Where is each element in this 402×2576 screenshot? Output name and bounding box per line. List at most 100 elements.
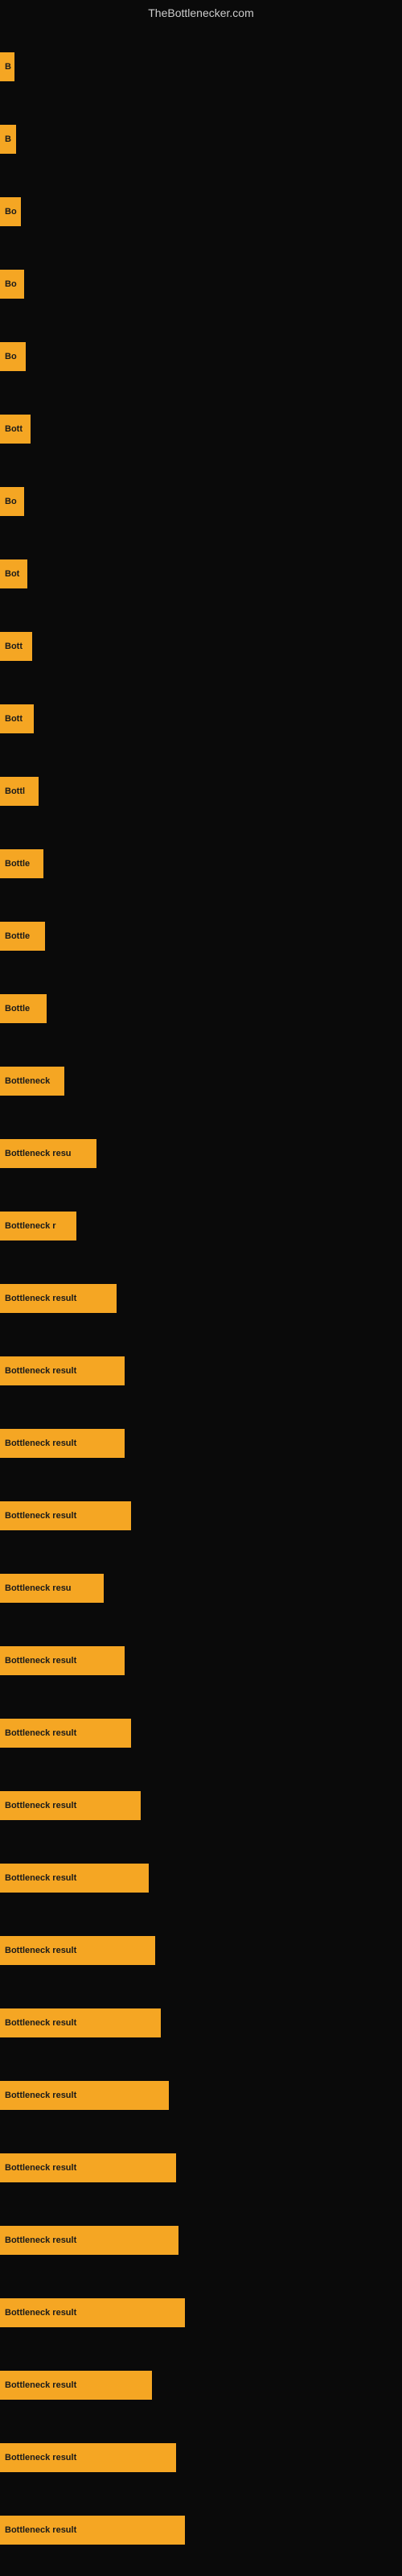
bar-25[interactable]: Bottleneck result — [0, 1791, 141, 1820]
bar-label-15: Bottleneck — [5, 1076, 50, 1086]
site-title: TheBottlenecker.com — [0, 0, 402, 23]
bar-label-10: Bott — [5, 714, 23, 724]
bar-label-4: Bo — [5, 279, 17, 289]
bar-35[interactable]: Bottleneck result — [0, 2516, 185, 2545]
bar-row: Bottle — [0, 828, 402, 900]
bar-label-17: Bottleneck r — [5, 1221, 56, 1231]
bar-18[interactable]: Bottleneck result — [0, 1284, 117, 1313]
bar-row: Bottleneck r — [0, 1190, 402, 1262]
bar-label-24: Bottleneck result — [5, 1728, 76, 1738]
bar-row: Bo — [0, 175, 402, 248]
bar-row: Bottleneck result — [0, 2204, 402, 2277]
bar-label-5: Bo — [5, 352, 17, 361]
bar-row: Bottleneck result — [0, 2421, 402, 2494]
bar-label-9: Bott — [5, 642, 23, 651]
bar-5[interactable]: Bo — [0, 342, 26, 371]
bar-row: Bottleneck result — [0, 1480, 402, 1552]
bar-label-29: Bottleneck result — [5, 2091, 76, 2100]
bar-row: Bottl — [0, 755, 402, 828]
bar-row: Bottleneck result — [0, 2349, 402, 2421]
bar-11[interactable]: Bottl — [0, 777, 39, 806]
bar-label-31: Bottleneck result — [5, 2235, 76, 2245]
bar-label-32: Bottleneck result — [5, 2308, 76, 2318]
bar-row: Bottleneck resu — [0, 1552, 402, 1624]
bar-row: Bottleneck result — [0, 2059, 402, 2132]
bar-33[interactable]: Bottleneck result — [0, 2371, 152, 2400]
bar-row: Bottleneck result — [0, 1914, 402, 1987]
bar-row: Bottleneck — [0, 1045, 402, 1117]
bar-2[interactable]: B — [0, 125, 16, 154]
bar-label-3: Bo — [5, 207, 17, 217]
bar-label-19: Bottleneck result — [5, 1366, 76, 1376]
bar-34[interactable]: Bottleneck result — [0, 2443, 176, 2472]
bar-label-2: B — [5, 134, 11, 144]
bar-row: Bottleneck result — [0, 2132, 402, 2204]
bar-row: Bo — [0, 248, 402, 320]
bar-24[interactable]: Bottleneck result — [0, 1719, 131, 1748]
bar-label-8: Bot — [5, 569, 19, 579]
bar-label-33: Bottleneck result — [5, 2380, 76, 2390]
bar-row: Bottleneck result — [0, 1769, 402, 1842]
bar-13[interactable]: Bottle — [0, 922, 45, 951]
bar-label-7: Bo — [5, 497, 17, 506]
bar-3[interactable]: Bo — [0, 197, 21, 226]
bar-label-35: Bottleneck result — [5, 2525, 76, 2535]
bar-26[interactable]: Bottleneck result — [0, 1864, 149, 1893]
bar-23[interactable]: Bottleneck result — [0, 1646, 125, 1675]
bar-1[interactable]: B — [0, 52, 14, 81]
bar-label-18: Bottleneck result — [5, 1294, 76, 1303]
bar-label-21: Bottleneck result — [5, 1511, 76, 1521]
bar-row: Bottleneck result — [0, 1262, 402, 1335]
bar-row: Bottleneck result — [0, 2494, 402, 2566]
bar-row: Bot — [0, 538, 402, 610]
bar-20[interactable]: Bottleneck result — [0, 1429, 125, 1458]
bar-15[interactable]: Bottleneck — [0, 1067, 64, 1096]
bar-label-12: Bottle — [5, 859, 30, 869]
bar-9[interactable]: Bott — [0, 632, 32, 661]
bar-27[interactable]: Bottleneck result — [0, 1936, 155, 1965]
bars-container: B B Bo Bo Bo Bott Bo Bot Bott Bott Bottl Bottle Bott… — [0, 23, 402, 2574]
bar-7[interactable]: Bo — [0, 487, 24, 516]
bar-label-11: Bottl — [5, 786, 25, 796]
bar-10[interactable]: Bott — [0, 704, 34, 733]
bar-row: Bott — [0, 610, 402, 683]
bar-4[interactable]: Bo — [0, 270, 24, 299]
bar-8[interactable]: Bot — [0, 559, 27, 588]
bar-row: Bott — [0, 683, 402, 755]
bar-14[interactable]: Bottle — [0, 994, 47, 1023]
bar-row: Bottleneck result — [0, 1987, 402, 2059]
bar-row: Bott — [0, 393, 402, 465]
bar-row: Bottle — [0, 900, 402, 972]
bar-row: Bottleneck result — [0, 2277, 402, 2349]
bar-label-25: Bottleneck result — [5, 1801, 76, 1810]
bar-row: Bottleneck result — [0, 1842, 402, 1914]
bar-32[interactable]: Bottleneck result — [0, 2298, 185, 2327]
bar-29[interactable]: Bottleneck result — [0, 2081, 169, 2110]
bar-12[interactable]: Bottle — [0, 849, 43, 878]
bar-31[interactable]: Bottleneck result — [0, 2226, 178, 2255]
bar-28[interactable]: Bottleneck result — [0, 2008, 161, 2037]
bar-label-6: Bott — [5, 424, 23, 434]
bar-row: Bo — [0, 320, 402, 393]
bar-label-26: Bottleneck result — [5, 1873, 76, 1883]
bar-label-27: Bottleneck result — [5, 1946, 76, 1955]
bar-16[interactable]: Bottleneck resu — [0, 1139, 96, 1168]
bar-21[interactable]: Bottleneck result — [0, 1501, 131, 1530]
bar-row: Bottle — [0, 972, 402, 1045]
bar-row: Bottleneck result — [0, 1335, 402, 1407]
bar-label-34: Bottleneck result — [5, 2453, 76, 2462]
bar-6[interactable]: Bott — [0, 415, 31, 444]
bar-22[interactable]: Bottleneck resu — [0, 1574, 104, 1603]
bar-row: B — [0, 31, 402, 103]
bar-row: Bottleneck resu — [0, 1117, 402, 1190]
bar-row: Bottleneck result — [0, 1407, 402, 1480]
bar-label-1: B — [5, 62, 11, 72]
bar-19[interactable]: Bottleneck result — [0, 1356, 125, 1385]
bar-label-16: Bottleneck resu — [5, 1149, 72, 1158]
bar-row: Bottleneck result — [0, 1624, 402, 1697]
bar-label-20: Bottleneck result — [5, 1439, 76, 1448]
bar-row: Bottleneck result — [0, 1697, 402, 1769]
bar-30[interactable]: Bottleneck result — [0, 2153, 176, 2182]
bar-label-14: Bottle — [5, 1004, 30, 1013]
bar-17[interactable]: Bottleneck r — [0, 1212, 76, 1241]
